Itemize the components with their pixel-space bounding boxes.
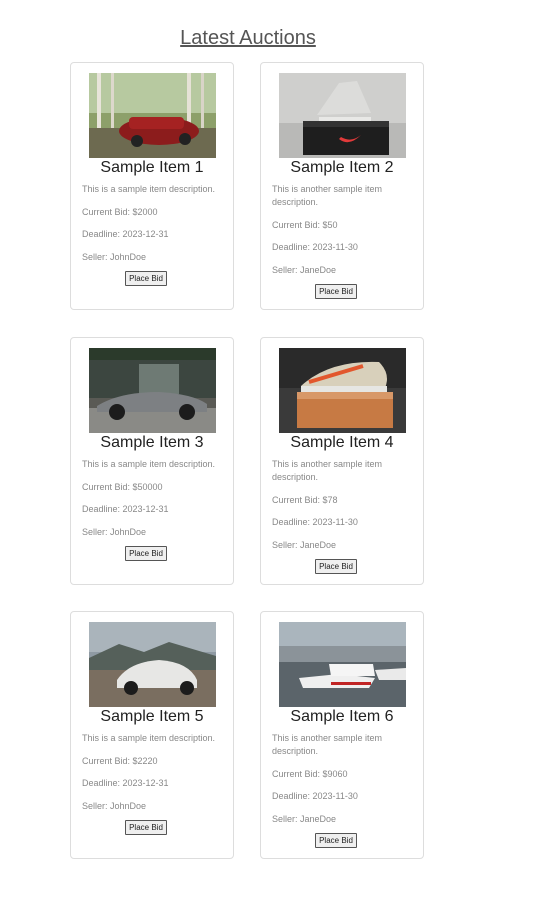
auction-card-5: Sample Item 5 This is a sample item desc… [70,611,234,859]
item-current-bid: Current Bid: $78 [272,494,338,505]
item-deadline: Deadline: 2023-12-31 [82,504,169,514]
item-current-bid: Current Bid: $9060 [272,768,348,779]
item-description: This is another sample item description. [272,733,383,756]
item-seller: Seller: JaneDoe [272,539,337,550]
auction-card-2: Sample Item 2 This is another sample ite… [260,62,424,310]
page-title[interactable]: Latest Auctions [0,27,496,50]
item-current-bid: Current Bid: $2000 [82,206,158,217]
item-deadline: Deadline: 2023-11-30 [272,242,358,252]
item-image-white-car [89,622,216,707]
item-title: Sample Item 6 [290,708,394,725]
item-title: Sample Item 3 [100,434,204,451]
item-seller: Seller: JohnDoe [82,251,147,262]
item-seller: Seller: JaneDoe [272,813,337,824]
item-current-bid: Current Bid: $50 [272,219,338,230]
auction-card-3: Sample Item 3 This is a sample item desc… [70,337,234,585]
item-image-sneaker-box-orange [279,348,406,433]
item-description: This is another sample item description. [272,184,383,207]
item-image-red-car [89,73,216,158]
place-bid-button[interactable]: Place Bid [315,833,357,848]
item-title: Sample Item 1 [100,159,204,176]
item-title: Sample Item 5 [100,708,204,725]
item-seller: Seller: JaneDoe [272,264,337,275]
auction-card-6: Sample Item 6 This is another sample ite… [260,611,424,859]
item-title: Sample Item 4 [290,434,394,451]
place-bid-button[interactable]: Place Bid [125,546,167,561]
item-deadline: Deadline: 2023-12-31 [82,229,169,239]
item-description: This is a sample item description. [82,733,216,743]
auctions-page: Latest Auctions Sample Item 1 This is a … [0,0,536,907]
item-image-sneaker-box [279,73,406,158]
item-current-bid: Current Bid: $2220 [82,755,158,766]
item-seller: Seller: JohnDoe [82,526,147,537]
item-deadline: Deadline: 2023-11-30 [272,791,358,801]
item-title: Sample Item 2 [290,159,394,176]
place-bid-button[interactable]: Place Bid [125,820,167,835]
place-bid-button[interactable]: Place Bid [125,271,167,286]
item-deadline: Deadline: 2023-11-30 [272,517,358,527]
item-description: This is a sample item description. [82,459,216,469]
item-image-gray-supercar [89,348,216,433]
item-description: This is a sample item description. [82,184,216,194]
item-deadline: Deadline: 2023-12-31 [82,778,169,788]
place-bid-button[interactable]: Place Bid [315,559,357,574]
item-image-boat [279,622,406,707]
auction-card-4: Sample Item 4 This is another sample ite… [260,337,424,585]
item-seller: Seller: JohnDoe [82,800,147,811]
item-current-bid: Current Bid: $50000 [82,481,163,492]
place-bid-button[interactable]: Place Bid [315,284,357,299]
auction-card-1: Sample Item 1 This is a sample item desc… [70,62,234,310]
item-description: This is another sample item description. [272,459,383,482]
